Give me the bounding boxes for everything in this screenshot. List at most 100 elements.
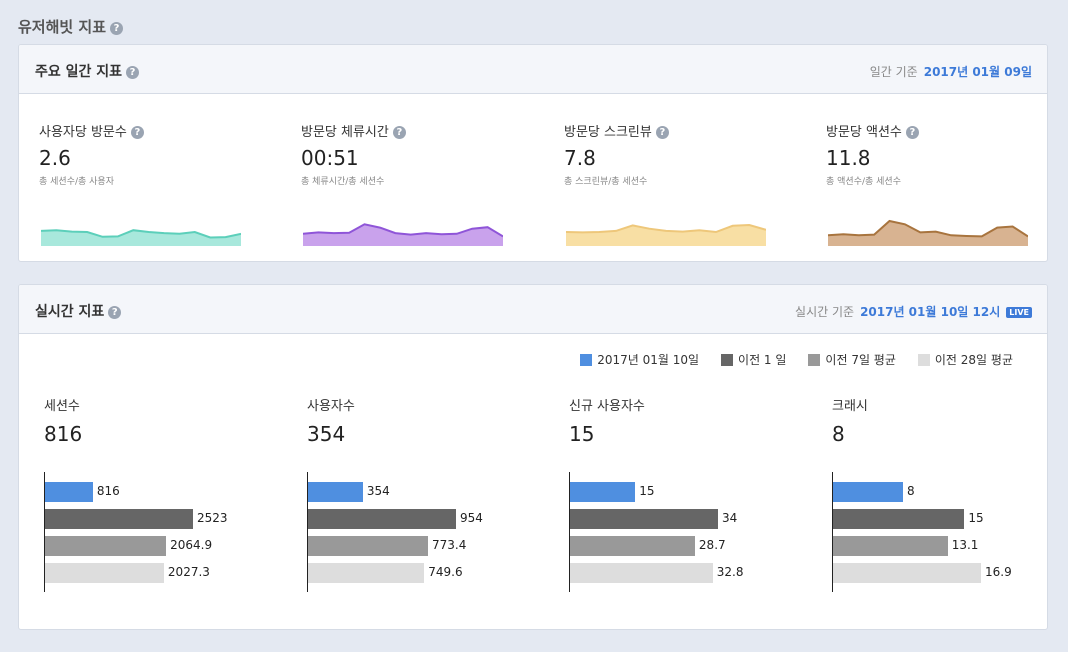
realtime-basis-label: 실시간 기준 bbox=[795, 305, 855, 319]
bar-value-label: 8 bbox=[907, 484, 915, 498]
help-icon[interactable]: ? bbox=[905, 126, 919, 139]
legend-swatch bbox=[917, 353, 930, 366]
bar-value-label: 773.4 bbox=[431, 538, 467, 552]
legend-label: 이전 1 일 bbox=[738, 353, 787, 367]
bar[interactable] bbox=[45, 482, 93, 502]
help-icon[interactable]: ? bbox=[108, 306, 122, 319]
bar[interactable] bbox=[308, 536, 428, 556]
realtime-metric-value: 8 bbox=[832, 422, 845, 446]
daily-basis-label: 일간 기준 bbox=[869, 65, 918, 79]
legend-item-prev-28-day-avg[interactable]: 이전 28일 평균 bbox=[917, 351, 1013, 368]
realtime-title-text: 실시간 지표 bbox=[35, 304, 105, 320]
metric-formula: 총 액션수/총 세션수 bbox=[826, 177, 901, 187]
legend-swatch bbox=[580, 353, 593, 366]
metric-actions-per-visit: 방문당 액션수? 11.8 총 액션수/총 세션수 bbox=[826, 121, 1036, 246]
help-icon[interactable]: ? bbox=[130, 126, 144, 139]
sparkline-chart bbox=[566, 223, 766, 246]
bar[interactable] bbox=[308, 509, 456, 529]
bar[interactable] bbox=[833, 509, 965, 529]
bar-value-label: 2027.3 bbox=[167, 565, 210, 579]
bar-value-label: 15 bbox=[968, 511, 984, 525]
legend-item-today[interactable]: 2017년 01월 10일 bbox=[580, 351, 699, 368]
bar-value-label: 954 bbox=[460, 511, 483, 525]
sparkline-area bbox=[828, 221, 1028, 246]
realtime-metric-label: 신규 사용자수 bbox=[569, 399, 645, 414]
metric-session-duration: 방문당 체류시간? 00:51 총 체류시간/총 세션수 bbox=[301, 121, 511, 246]
bar-value-label: 16.9 bbox=[985, 565, 1012, 579]
legend-item-prev-7-day-avg[interactable]: 이전 7일 평균 bbox=[808, 351, 896, 368]
bar-value-label: 816 bbox=[96, 484, 120, 498]
page-title: 유저해빗 지표? bbox=[18, 16, 124, 37]
daily-basis: 일간 기준 2017년 01월 09일 bbox=[870, 63, 1032, 80]
realtime-users: 사용자수 354 354 954 773.4 749.6 bbox=[307, 395, 537, 595]
bar[interactable] bbox=[308, 482, 363, 502]
metric-value: 11.8 bbox=[826, 146, 871, 170]
bar[interactable] bbox=[308, 563, 425, 583]
bar[interactable] bbox=[833, 536, 948, 556]
realtime-crashes: 크래시 8 8 15 13.1 16.9 bbox=[832, 395, 1047, 595]
realtime-metric-label: 세션수 bbox=[44, 399, 80, 414]
bar-value-label: 13.1 bbox=[951, 538, 979, 552]
sparkline-chart bbox=[303, 223, 503, 246]
realtime-sessions: 세션수 816 816 2523 2064.9 2027.3 bbox=[44, 395, 274, 595]
daily-card-title: 주요 일간 지표? bbox=[35, 61, 140, 81]
metric-value: 7.8 bbox=[564, 146, 596, 170]
legend-label: 2017년 01월 10일 bbox=[597, 353, 700, 367]
daily-title-text: 주요 일간 지표 bbox=[35, 64, 123, 80]
daily-metrics-card: 주요 일간 지표? 일간 기준 2017년 01월 09일 사용자당 방문수? 2… bbox=[18, 44, 1048, 262]
metric-value: 2.6 bbox=[39, 146, 71, 170]
bar-value-label: 34 bbox=[722, 511, 738, 525]
sparkline-area bbox=[303, 224, 503, 246]
daily-card-header: 주요 일간 지표? 일간 기준 2017년 01월 09일 bbox=[19, 45, 1047, 94]
realtime-new-users: 신규 사용자수 15 15 34 28.7 32.8 bbox=[569, 395, 799, 595]
legend-item-prev-1-day[interactable]: 이전 1 일 bbox=[721, 351, 786, 368]
realtime-metric-value: 354 bbox=[307, 422, 346, 446]
live-badge: LIVE bbox=[1006, 307, 1032, 318]
realtime-metric-value: 15 bbox=[569, 422, 595, 446]
realtime-metric-label: 사용자수 bbox=[307, 399, 355, 414]
bar-value-label: 15 bbox=[639, 484, 655, 498]
realtime-metric-value: 816 bbox=[44, 422, 83, 446]
realtime-metric-label: 크래시 bbox=[832, 399, 868, 414]
bar[interactable] bbox=[570, 482, 636, 502]
sparkline-chart bbox=[828, 219, 1028, 246]
bar[interactable] bbox=[45, 509, 193, 529]
legend-label: 이전 7일 평균 bbox=[825, 353, 896, 367]
bar-value-label: 2064.9 bbox=[170, 538, 213, 552]
sparkline-chart bbox=[41, 229, 241, 246]
bar[interactable] bbox=[45, 563, 164, 583]
bar-value-label: 749.6 bbox=[428, 565, 463, 579]
sparkline-area bbox=[566, 225, 766, 246]
bar-value-label: 28.7 bbox=[698, 538, 726, 552]
metric-formula: 총 세션수/총 사용자 bbox=[39, 177, 114, 187]
realtime-metrics-card: 실시간 지표? 실시간 기준 2017년 01월 10일 12시 LIVE 2017… bbox=[18, 284, 1048, 630]
realtime-card-title: 실시간 지표? bbox=[35, 301, 122, 321]
bar[interactable] bbox=[833, 482, 904, 502]
bar[interactable] bbox=[570, 536, 695, 556]
help-icon[interactable]: ? bbox=[110, 22, 124, 35]
bar[interactable] bbox=[833, 563, 981, 583]
help-icon[interactable]: ? bbox=[126, 66, 140, 79]
realtime-card-header: 실시간 지표? 실시간 기준 2017년 01월 10일 12시 LIVE bbox=[19, 285, 1047, 334]
realtime-basis: 실시간 기준 2017년 01월 10일 12시 LIVE bbox=[795, 303, 1032, 320]
bar-value-label: 354 bbox=[366, 484, 390, 498]
metric-formula: 총 체류시간/총 세션수 bbox=[301, 177, 385, 187]
bar[interactable] bbox=[45, 536, 167, 556]
metric-visits-per-user: 사용자당 방문수? 2.6 총 세션수/총 사용자 bbox=[39, 121, 249, 246]
metric-formula: 총 스크린뷰/총 세션수 bbox=[564, 177, 648, 187]
help-icon[interactable]: ? bbox=[655, 126, 669, 139]
realtime-basis-date: 2017년 01월 10일 12시 bbox=[860, 305, 1001, 319]
metric-screenviews-per-visit: 방문당 스크린뷰? 7.8 총 스크린뷰/총 세션수 bbox=[564, 121, 774, 246]
metric-value: 00:51 bbox=[301, 146, 359, 170]
metric-label: 사용자당 방문수 bbox=[39, 125, 127, 140]
bar-value-label: 2523 bbox=[197, 511, 228, 525]
bar[interactable] bbox=[570, 509, 718, 529]
legend-swatch bbox=[721, 353, 734, 366]
metric-label: 방문당 액션수 bbox=[826, 125, 902, 140]
metric-label: 방문당 스크린뷰 bbox=[564, 125, 652, 140]
legend-label: 이전 28일 평균 bbox=[934, 353, 1013, 367]
bar[interactable] bbox=[570, 563, 713, 583]
legend-swatch bbox=[808, 353, 821, 366]
help-icon[interactable]: ? bbox=[392, 126, 406, 139]
daily-basis-date: 2017년 01월 09일 bbox=[923, 65, 1032, 79]
